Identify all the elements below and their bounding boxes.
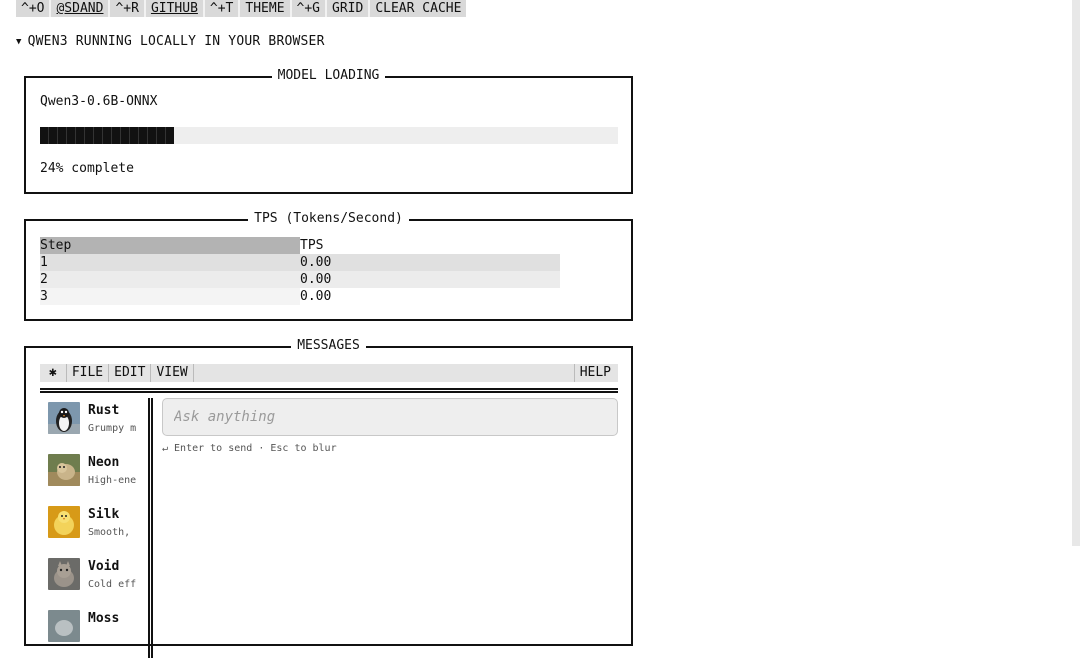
persona-item-rust[interactable]: Rust Grumpy m: [40, 400, 146, 452]
progress-status: 24% complete: [40, 161, 134, 176]
avatar-chick: [48, 506, 80, 538]
author-link[interactable]: @SDAND: [51, 0, 109, 17]
theme-button[interactable]: THEME: [240, 0, 290, 17]
shortcut-open: ^+O: [16, 0, 50, 17]
divider: [40, 388, 618, 393]
persona-desc: Grumpy m: [88, 423, 137, 434]
tps-panel: TPS (Tokens/Second) Step TPS 1 0.00 2 0.…: [24, 211, 633, 321]
column-header-tps: TPS: [300, 237, 560, 254]
menu-edit[interactable]: EDIT: [109, 364, 152, 382]
persona-name: Rust: [88, 403, 120, 418]
panel-title-loading: MODEL LOADING: [271, 68, 386, 83]
table-row: 3 0.00: [40, 288, 560, 305]
persona-name: Neon: [88, 455, 120, 470]
persona-item-neon[interactable]: Neon High-ene: [40, 452, 146, 504]
persona-item-void[interactable]: Void Cold eff: [40, 556, 146, 608]
tps-cell: 0.00: [300, 254, 560, 271]
avatar-moss: [48, 610, 80, 642]
progress-fill: [40, 127, 175, 144]
step-cell: 1: [40, 254, 300, 271]
grid-button[interactable]: GRID: [327, 0, 369, 17]
star-menu-icon[interactable]: ✱: [40, 364, 67, 382]
sidebar-divider: [148, 398, 153, 658]
model-loading-panel: MODEL LOADING Qwen3-0.6B-ONNX 24% comple…: [24, 68, 633, 194]
persona-desc: Cold eff: [88, 579, 137, 590]
menu-bar: ✱ FILE EDIT VIEW HELP: [40, 364, 618, 382]
persona-name: Moss: [88, 611, 120, 626]
persona-item-silk[interactable]: Silk Smooth,: [40, 504, 146, 556]
menu-view[interactable]: VIEW: [151, 364, 194, 382]
avatar-cat: [48, 558, 80, 590]
shortcut-theme: ^+T: [204, 0, 239, 17]
persona-desc: High-ene: [88, 475, 137, 486]
table-row: 2 0.00: [40, 271, 560, 288]
column-header-step: Step: [40, 237, 300, 254]
table-row: 1 0.00: [40, 254, 560, 271]
panel-title-messages: MESSAGES: [291, 338, 366, 353]
avatar-penguin: [48, 402, 80, 434]
model-name: Qwen3-0.6B-ONNX: [40, 94, 158, 109]
menu-help[interactable]: HELP: [573, 364, 616, 382]
github-link[interactable]: GITHUB: [145, 0, 203, 17]
tps-cell: 0.00: [300, 288, 560, 305]
step-cell: 3: [40, 288, 300, 305]
page-scrollbar[interactable]: [1072, 0, 1080, 546]
section-toggle[interactable]: ▼ QWEN3 RUNNING LOCALLY IN YOUR BROWSER: [16, 34, 325, 50]
messages-panel: MESSAGES ✱ FILE EDIT VIEW HELP Rust Grum…: [24, 338, 633, 658]
persona-name: Silk: [88, 507, 120, 522]
persona-desc: Smooth,: [88, 527, 131, 538]
persona-name: Void: [88, 559, 120, 574]
avatar-animal: [48, 454, 80, 486]
persona-item-moss[interactable]: Moss: [40, 608, 146, 660]
input-hint: ↵ Enter to send · Esc to blur: [162, 443, 337, 454]
progress-bar: [40, 127, 618, 144]
triangle-down-icon: ▼: [16, 37, 22, 47]
shortcut-grid: ^+G: [291, 0, 326, 17]
tps-table: Step TPS 1 0.00 2 0.00 3 0.00: [40, 237, 560, 305]
top-toolbar: ^+O @SDAND ^+R GITHUB ^+T THEME ^+G GRID…: [16, 0, 467, 17]
clear-cache-button[interactable]: CLEAR CACHE: [370, 0, 467, 17]
persona-list: Rust Grumpy m Neon High-ene Silk Smooth,…: [40, 400, 146, 660]
chat-input[interactable]: [162, 398, 618, 436]
shortcut-repo: ^+R: [110, 0, 144, 17]
section-title: QWEN3 RUNNING LOCALLY IN YOUR BROWSER: [27, 34, 325, 49]
menu-file[interactable]: FILE: [66, 364, 110, 382]
tps-cell: 0.00: [300, 271, 560, 288]
step-cell: 2: [40, 271, 300, 288]
panel-title-tps: TPS (Tokens/Second): [248, 211, 409, 226]
